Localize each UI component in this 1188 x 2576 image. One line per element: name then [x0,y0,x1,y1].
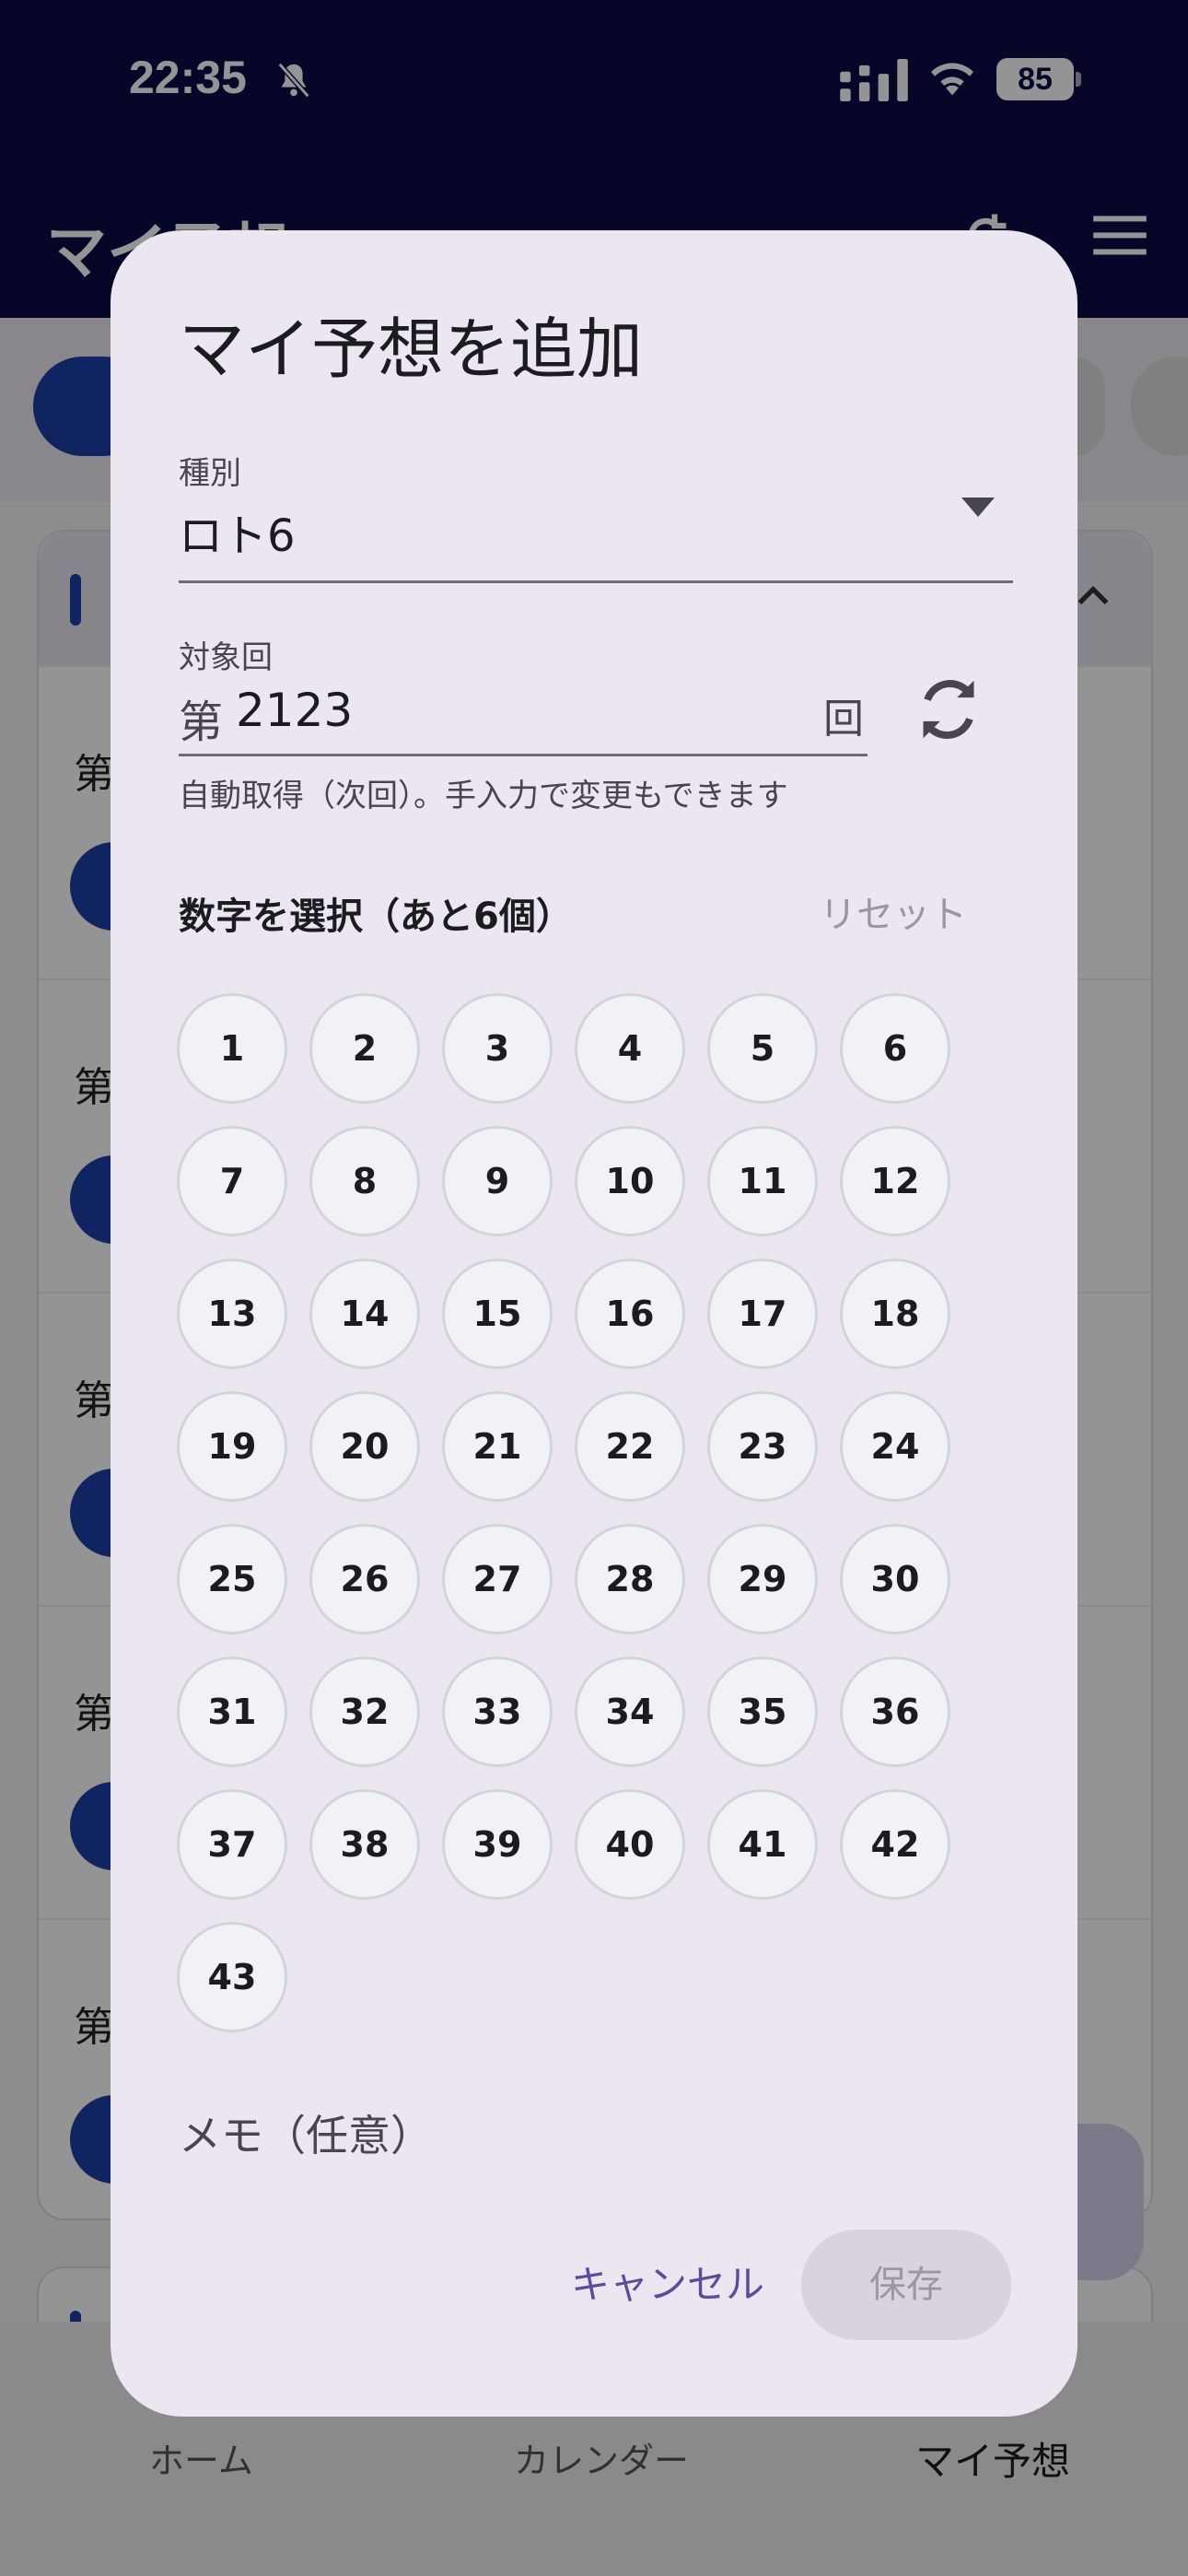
number-button[interactable]: 31 [177,1657,287,1767]
number-button[interactable]: 43 [177,1922,287,2032]
dropdown-arrow-icon[interactable] [961,498,995,520]
number-button[interactable]: 3 [442,993,553,1104]
number-button[interactable]: 28 [575,1524,685,1634]
number-button[interactable]: 22 [575,1391,685,1502]
reset-button[interactable]: リセット [820,884,967,938]
round-suffix: 回 [823,696,864,743]
number-button[interactable]: 9 [442,1126,553,1236]
add-prediction-dialog: マイ予想を追加 種別 ロト6 対象回 第 回 自動取得（次回）。手入力で変更もで… [111,230,1077,2417]
round-prefix: 第 [179,697,224,748]
number-button[interactable]: 19 [177,1391,287,1502]
round-helper-text: 自動取得（次回）。手入力で変更もできます [179,778,788,814]
field-underline [179,580,1013,583]
number-button[interactable]: 37 [177,1789,287,1900]
memo-label: メモ（任意） [179,2111,433,2160]
number-button[interactable]: 24 [840,1391,950,1502]
number-button[interactable]: 17 [707,1259,818,1369]
type-value: ロト6 [179,510,296,562]
number-button[interactable]: 2 [309,993,420,1104]
type-label: 種別 [179,455,241,492]
cancel-button[interactable]: キャンセル [534,2231,801,2338]
number-button[interactable]: 27 [442,1524,553,1634]
refresh-icon [923,680,974,739]
number-button[interactable]: 14 [309,1259,420,1369]
number-button[interactable]: 42 [840,1789,950,1900]
number-button[interactable]: 16 [575,1259,685,1369]
number-button[interactable]: 8 [309,1126,420,1236]
number-button[interactable]: 26 [309,1524,420,1634]
number-button[interactable]: 20 [309,1391,420,1502]
number-button[interactable]: 4 [575,993,685,1104]
number-button[interactable]: 13 [177,1259,287,1369]
number-button[interactable]: 21 [442,1391,553,1502]
number-button[interactable]: 18 [840,1259,950,1369]
number-button[interactable]: 1 [177,993,287,1104]
number-button[interactable]: 32 [309,1657,420,1767]
number-button[interactable]: 6 [840,993,950,1104]
refresh-round-button[interactable] [903,663,995,755]
round-label: 対象回 [179,639,273,676]
dialog-title: マイ予想を追加 [179,310,644,388]
number-button[interactable]: 39 [442,1789,553,1900]
number-button[interactable]: 10 [575,1126,685,1236]
number-button[interactable]: 38 [309,1789,420,1900]
number-button[interactable]: 40 [575,1789,685,1900]
save-button[interactable]: 保存 [801,2230,1011,2340]
field-underline [179,754,868,756]
number-button[interactable]: 23 [707,1391,818,1502]
type-select[interactable] [179,433,1013,571]
number-button[interactable]: 11 [707,1126,818,1236]
round-number-input[interactable] [236,678,788,743]
number-grid: 1 2 3 4 5 6 7 8 9 10 11 12 13 14 15 16 17 18 19 20 21 22 23 24 2… [177,993,969,2043]
number-button[interactable]: 33 [442,1657,553,1767]
number-button[interactable]: 29 [707,1524,818,1634]
number-button[interactable]: 35 [707,1657,818,1767]
number-button[interactable]: 30 [840,1524,950,1634]
number-button[interactable]: 12 [840,1126,950,1236]
number-button[interactable]: 25 [177,1524,287,1634]
number-button[interactable]: 5 [707,993,818,1104]
number-select-title: 数字を選択（あと6個） [179,896,573,938]
number-button[interactable]: 15 [442,1259,553,1369]
number-button[interactable]: 36 [840,1657,950,1767]
number-button[interactable]: 41 [707,1789,818,1900]
number-button[interactable]: 34 [575,1657,685,1767]
number-button[interactable]: 7 [177,1126,287,1236]
